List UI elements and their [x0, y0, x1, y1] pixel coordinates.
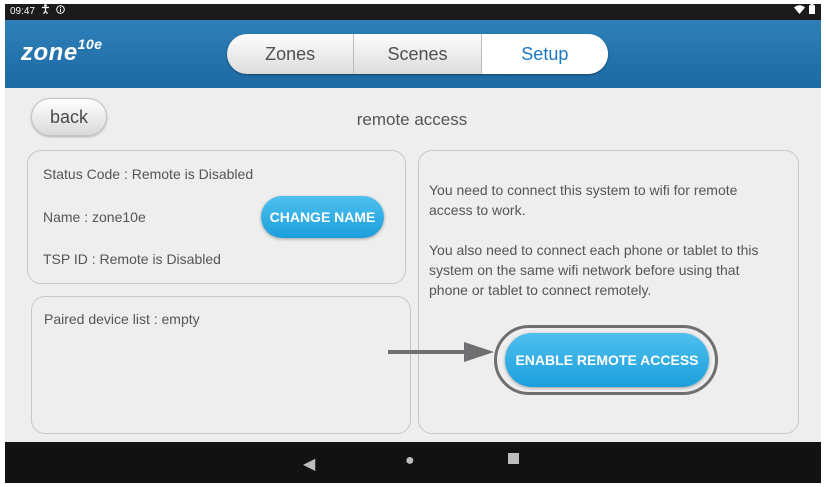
- tsp-id-text: TSP ID : Remote is Disabled: [43, 251, 221, 267]
- wifi-requirement-text: You need to connect this system to wifi …: [429, 182, 738, 218]
- change-name-button[interactable]: CHANGE NAME: [261, 196, 384, 238]
- tab-scenes[interactable]: Scenes: [354, 34, 482, 74]
- device-name-text: Name : zone10e: [43, 209, 146, 225]
- enable-remote-access-button[interactable]: ENABLE REMOTE ACCESS: [505, 333, 709, 387]
- main-content: back remote access Status Code : Remote …: [5, 88, 821, 442]
- app-logo: zone10e: [21, 36, 103, 67]
- pointer-arrow-icon: [386, 340, 496, 369]
- status-code-text: Status Code : Remote is Disabled: [43, 166, 254, 182]
- accessibility-icon: [41, 4, 50, 20]
- back-button[interactable]: back: [31, 98, 107, 136]
- paired-device-list-text: Paired device list : empty: [44, 311, 200, 327]
- nav-home-icon[interactable]: ●: [405, 452, 415, 470]
- logo-superscript: 10e: [77, 36, 103, 52]
- info-icon: [56, 4, 65, 20]
- device-network-text: You also need to connect each phone or t…: [429, 242, 759, 298]
- status-left: 09:47: [10, 4, 65, 20]
- status-bar: 09:47: [5, 4, 821, 20]
- nav-recents-icon[interactable]: [508, 453, 519, 464]
- tablet-screen: 09:47 zone10e Zones Scenes Setup back re…: [5, 4, 821, 483]
- tab-setup[interactable]: Setup: [481, 34, 608, 74]
- logo-text: zone: [21, 39, 78, 66]
- section-tabs: Zones Scenes Setup: [227, 34, 608, 74]
- nav-back-icon[interactable]: ◀: [303, 454, 315, 474]
- page-title: remote access: [356, 110, 468, 129]
- info-panel: You need to connect this system to wifi …: [418, 150, 799, 434]
- app-bar: zone10e Zones Scenes Setup: [5, 20, 821, 88]
- tab-zones[interactable]: Zones: [227, 34, 355, 74]
- status-time: 09:47: [10, 6, 36, 17]
- battery-icon: [809, 4, 815, 20]
- status-right: [794, 4, 815, 20]
- wifi-icon: [794, 4, 805, 20]
- status-panel: Status Code : Remote is Disabled Name : …: [27, 150, 406, 284]
- paired-devices-panel: Paired device list : empty: [31, 296, 411, 434]
- android-nav-bar: ◀ ●: [5, 442, 821, 483]
